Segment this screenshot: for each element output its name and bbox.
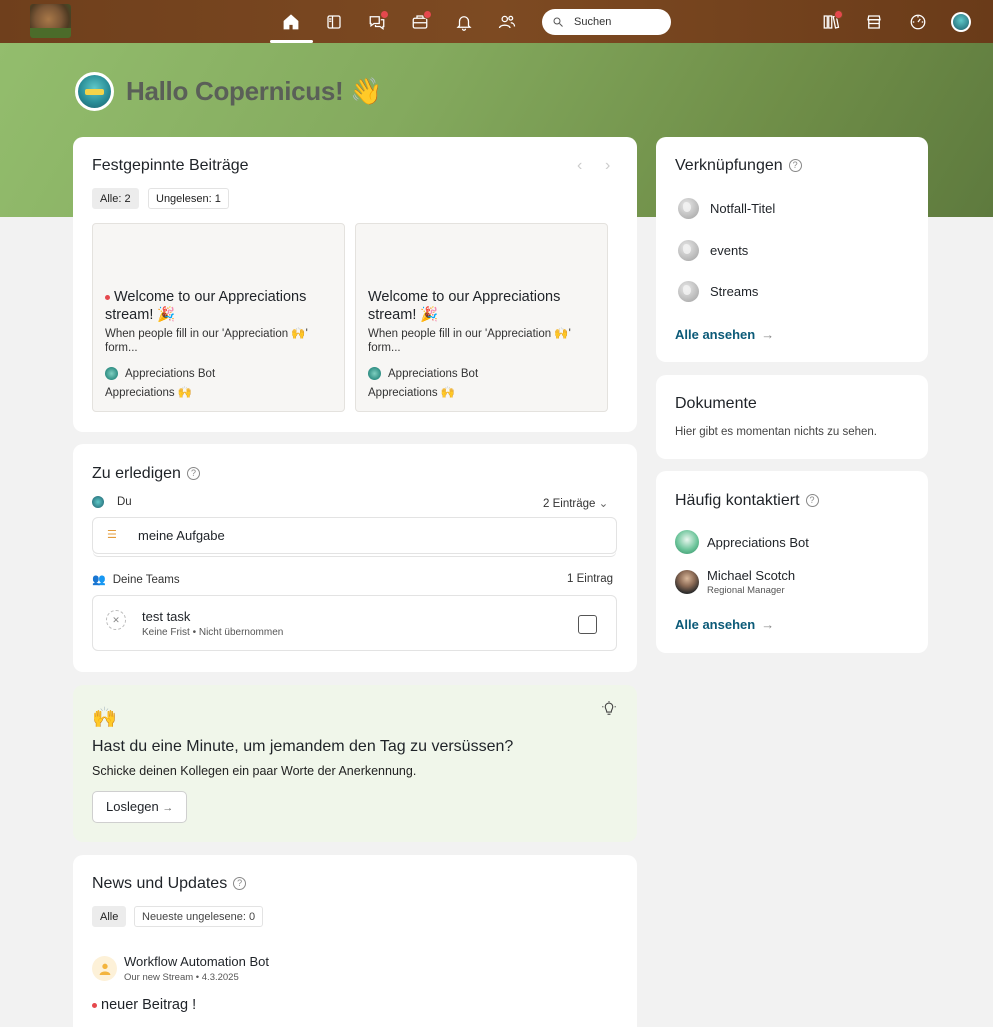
chevron-down-icon: ⌄ <box>598 498 609 510</box>
todo-you-section: Du <box>92 496 132 508</box>
pinned-post-title: Welcome to our Appreciations stream! 🎉 <box>368 289 561 323</box>
my-task-row[interactable]: ☰ meine Aufgabe <box>92 517 617 554</box>
search-icon <box>553 17 563 27</box>
help-icon[interactable]: ? <box>788 159 802 173</box>
user-avatar <box>92 496 104 508</box>
chevron-left-icon[interactable]: ‹ <box>577 157 582 175</box>
contacts-see-all-link[interactable]: Alle ansehen → <box>675 617 774 632</box>
bot-avatar <box>92 956 117 981</box>
company-logo[interactable] <box>30 4 71 38</box>
inbox-icon[interactable] <box>406 8 434 36</box>
pinned-post-description: When people fill in our 'Appreciation 🙌'… <box>105 328 308 354</box>
pinned-post-stream: Appreciations 🙌 <box>105 387 193 399</box>
appreciation-prompt-card: 🙌 Hast du eine Minute, um jemandem den T… <box>73 685 637 842</box>
documents-title: Dokumente <box>675 395 757 412</box>
inbox-notification-dot <box>423 10 432 19</box>
todo-card: Zu erledigen? Du 2 Einträge ⌄ ☰ meine Au… <box>73 444 637 672</box>
profile-avatar[interactable] <box>75 72 114 111</box>
links-see-all-link[interactable]: Alle ansehen → <box>675 327 774 342</box>
filter-unread-chip[interactable]: Ungelesen: 1 <box>148 188 229 209</box>
chat-icon[interactable] <box>363 8 391 36</box>
arrow-right-icon: → <box>761 327 775 342</box>
list-icon: ☰ <box>107 529 117 541</box>
chevron-right-icon[interactable]: › <box>605 157 610 175</box>
dashboard-gauge-icon[interactable] <box>904 8 932 36</box>
globe-icon <box>678 240 699 261</box>
todo-teams-count: 1 Eintrag <box>567 573 614 585</box>
filter-all-chip[interactable]: Alle: 2 <box>92 188 139 209</box>
pinned-posts-title: Festgepinnte Beiträge <box>92 157 249 174</box>
frequent-contacts-title: Häufig kontaktiert? <box>675 492 819 510</box>
help-icon[interactable]: ? <box>233 877 247 891</box>
sidebar-panel-icon[interactable] <box>320 8 348 36</box>
task-checkbox[interactable] <box>578 615 597 634</box>
search-input[interactable] <box>574 16 664 28</box>
help-icon[interactable]: ? <box>186 467 200 481</box>
link-item[interactable]: events <box>678 240 748 261</box>
link-item[interactable]: Streams <box>678 281 758 302</box>
pinned-post-card[interactable]: Welcome to our Appreciations stream! 🎉 W… <box>355 223 608 412</box>
appreciation-text: Schicke deinen Kollegen ein paar Worte d… <box>92 764 417 778</box>
unread-dot <box>105 294 110 300</box>
user-avatar-icon[interactable] <box>947 8 975 36</box>
news-meta: Our new Stream • 4.3.2025 <box>124 972 239 983</box>
pinned-post-author: Appreciations Bot <box>368 367 478 380</box>
get-started-button[interactable]: Loslegen → <box>92 791 188 823</box>
contact-item[interactable]: Michael Scotch Regional Manager <box>675 568 795 596</box>
unassigned-icon: ✕ <box>106 610 126 630</box>
person-avatar <box>675 570 699 594</box>
team-icon: 👥 <box>92 574 106 586</box>
news-post-title[interactable]: neuer Beitrag ! <box>92 997 196 1013</box>
library-notification-dot <box>834 10 843 19</box>
pinned-post-title: Welcome to our Appreciations stream! 🎉 <box>105 289 307 323</box>
bot-avatar <box>105 367 118 380</box>
greeting-title: Hallo Copernicus! 👋 <box>126 76 383 106</box>
store-icon[interactable] <box>860 8 888 36</box>
pinned-posts-card: Festgepinnte Beiträge ‹ › Alle: 2 Ungele… <box>73 137 637 432</box>
arrow-right-icon: → <box>162 802 174 814</box>
todo-title: Zu erledigen? <box>92 465 200 483</box>
pinned-post-author: Appreciations Bot <box>105 367 215 380</box>
pinned-post-stream: Appreciations 🙌 <box>368 387 456 399</box>
appreciation-title: Hast du eine Minute, um jemandem den Tag… <box>92 738 514 755</box>
top-navigation-bar <box>0 0 993 43</box>
globe-icon <box>678 281 699 302</box>
library-icon[interactable] <box>817 8 845 36</box>
todo-teams-section: 👥 Deine Teams <box>92 573 180 587</box>
news-title: News und Updates? <box>92 875 247 893</box>
people-icon[interactable] <box>493 8 521 36</box>
links-title: Verknüpfungen? <box>675 157 802 175</box>
link-item[interactable]: Notfall-Titel <box>678 198 775 219</box>
frequent-contacts-card: Häufig kontaktiert? Appreciations Bot Mi… <box>656 471 928 653</box>
links-card: Verknüpfungen? Notfall-Titel events Stre… <box>656 137 928 362</box>
unread-dot <box>92 1002 97 1008</box>
search-bar[interactable] <box>542 9 671 35</box>
news-filter-all-chip[interactable]: Alle <box>92 906 127 927</box>
bot-avatar <box>675 530 699 554</box>
todo-you-count[interactable]: 2 Einträge ⌄ <box>543 496 608 510</box>
bell-icon[interactable] <box>450 8 478 36</box>
appreciation-emoji: 🙌 <box>92 707 117 729</box>
contact-item[interactable]: Appreciations Bot <box>675 530 809 554</box>
documents-empty-text: Hier gibt es momentan nichts zu sehen. <box>675 426 877 438</box>
pinned-post-description: When people fill in our 'Appreciation 🙌'… <box>368 328 571 354</box>
globe-icon <box>678 198 699 219</box>
news-filter-unread-chip[interactable]: Neueste ungelesene: 0 <box>134 906 264 927</box>
pinned-post-card[interactable]: Welcome to our Appreciations stream! 🎉 W… <box>92 223 345 412</box>
news-author[interactable]: Workflow Automation Bot <box>124 954 269 969</box>
bot-avatar <box>368 367 381 380</box>
lightbulb-icon[interactable] <box>600 700 618 723</box>
arrow-right-icon: → <box>761 617 775 632</box>
documents-card: Dokumente Hier gibt es momentan nichts z… <box>656 375 928 459</box>
help-icon[interactable]: ? <box>805 494 819 508</box>
home-icon[interactable] <box>277 8 305 36</box>
chat-notification-dot <box>380 10 389 19</box>
news-card: News und Updates? Alle Neueste ungelesen… <box>73 855 637 1027</box>
team-task-row[interactable]: ✕ test task Keine Frist • Nicht übernomm… <box>92 595 617 651</box>
